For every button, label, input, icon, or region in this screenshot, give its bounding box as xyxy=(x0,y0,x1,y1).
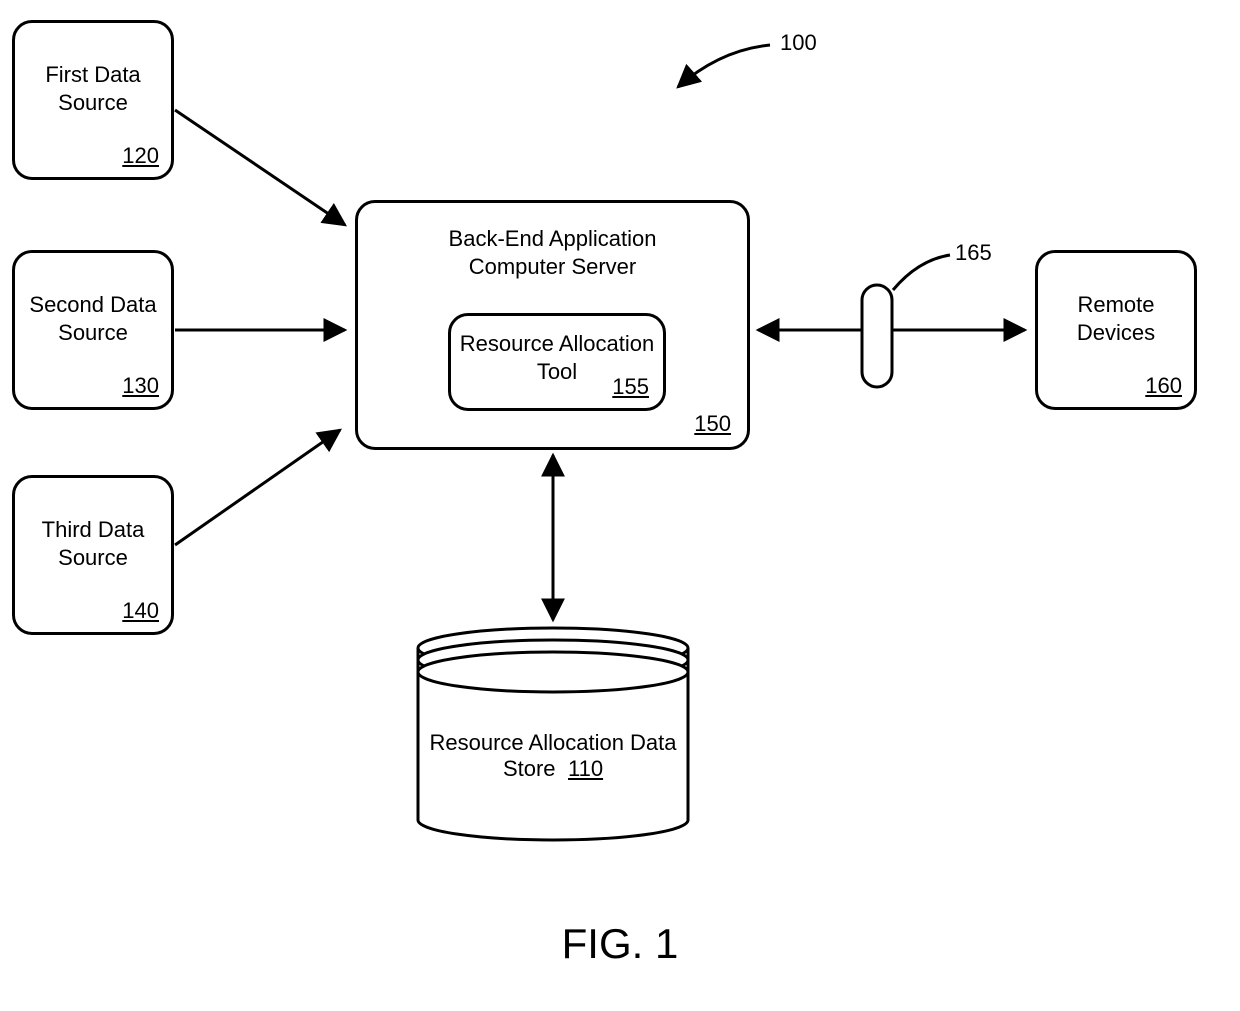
figure-ref-label: 100 xyxy=(780,30,817,56)
diagram-canvas: 100 165 First Data Source 120 Second Dat… xyxy=(0,0,1240,1011)
second-data-source-label: Second Data Source xyxy=(15,291,171,346)
box-second-data-source: Second Data Source 130 xyxy=(12,250,174,410)
remote-devices-ref: 160 xyxy=(1145,373,1182,399)
datastore-label-wrap: Resource Allocation Data Store 110 xyxy=(418,730,688,782)
third-data-source-ref: 140 xyxy=(122,598,159,624)
server-ref: 150 xyxy=(694,411,731,437)
datastore-ref: 110 xyxy=(568,756,603,781)
firewall-ref-label: 165 xyxy=(955,240,992,266)
tool-ref: 155 xyxy=(612,374,649,400)
box-remote-devices: Remote Devices 160 xyxy=(1035,250,1197,410)
remote-devices-label: Remote Devices xyxy=(1038,291,1194,346)
third-data-source-label: Third Data Source xyxy=(15,516,171,571)
box-server: Back-End Application Computer Server 150… xyxy=(355,200,750,450)
first-data-source-ref: 120 xyxy=(122,143,159,169)
datastore-label: Resource Allocation Data Store xyxy=(429,730,676,781)
second-data-source-ref: 130 xyxy=(122,373,159,399)
figure-caption: FIG. 1 xyxy=(0,920,1240,968)
box-tool: Resource Allocation Tool 155 xyxy=(448,313,666,411)
first-data-source-label: First Data Source xyxy=(15,61,171,116)
box-third-data-source: Third Data Source 140 xyxy=(12,475,174,635)
box-first-data-source: First Data Source 120 xyxy=(12,20,174,180)
connectors-layer xyxy=(0,0,1240,1011)
server-label: Back-End Application Computer Server xyxy=(358,225,747,280)
